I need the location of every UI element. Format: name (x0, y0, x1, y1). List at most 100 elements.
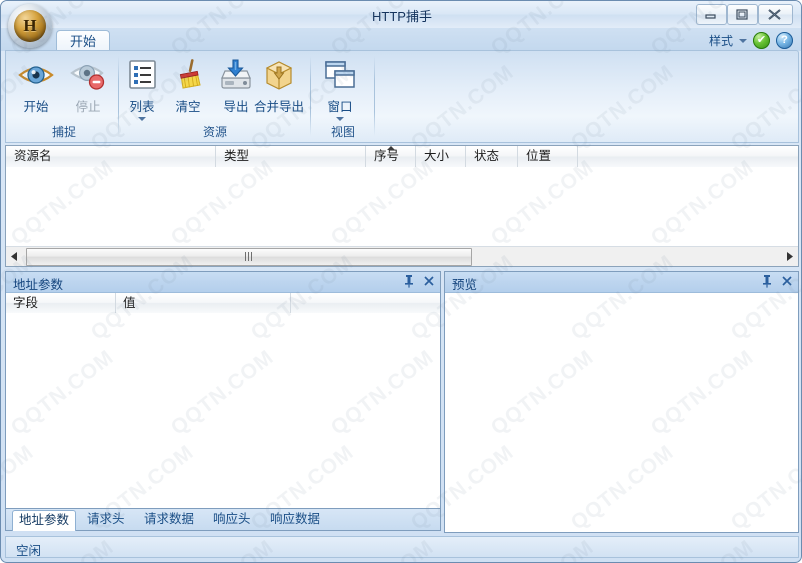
scrollbar-thumb[interactable] (26, 248, 472, 266)
ribbon-button-list[interactable]: 列表 (124, 57, 160, 121)
maximize-icon (736, 9, 748, 20)
pin-icon[interactable] (761, 274, 773, 288)
triangle-right-icon (787, 252, 793, 261)
column-header-label: 位置 (526, 149, 552, 163)
status-bar: 空闲 (5, 536, 799, 558)
ribbon-button-start[interactable]: 开始 (16, 57, 56, 115)
ribbon-button-clear-label: 清空 (175, 100, 201, 114)
address-parameters-panel: 地址参数 字段 值 (5, 271, 441, 509)
close-button[interactable] (758, 4, 793, 25)
application-window: HTTP捕手 开始 H 样式 ✔ ? 开始 停止 捕捉 列表 清空 导出 合并导… (0, 0, 802, 563)
ribbon-button-stop[interactable]: 停止 (68, 57, 108, 115)
style-menu-label[interactable]: 样式 (709, 32, 733, 49)
eye-icon (16, 57, 56, 93)
preview-panel-header: 预览 (445, 272, 798, 293)
preview-content-area (445, 293, 798, 532)
ribbon-group-capture-label: 捕捉 (51, 125, 76, 139)
tab-request-data[interactable]: 请求数据 (138, 510, 200, 530)
scrollbar-grip (245, 252, 253, 261)
list-icon (124, 57, 160, 93)
ribbon-button-list-label: 列表 (129, 100, 155, 114)
maximize-button[interactable] (727, 4, 758, 25)
scroll-left-button[interactable] (6, 247, 24, 266)
windows-cascade-icon (322, 57, 358, 93)
status-text: 空闲 (16, 544, 42, 558)
broom-icon (170, 57, 206, 93)
ribbon-group-resources: 列表 清空 导出 合并导出 资源 (120, 52, 310, 142)
help-question-glyph: ? (781, 34, 788, 46)
ribbon-separator (310, 56, 311, 136)
application-menu-button[interactable]: H (8, 4, 52, 48)
merge-export-box-icon (259, 57, 299, 93)
preview-panel: 预览 (444, 271, 799, 533)
ribbon-group-resources-label: 资源 (202, 125, 227, 139)
pin-icon[interactable] (403, 274, 415, 288)
column-header-label: 值 (123, 296, 136, 310)
column-header-label: 序号 (374, 149, 400, 163)
parameters-table-body (6, 313, 440, 508)
column-header-field[interactable]: 字段 (6, 293, 116, 313)
ribbon-right-cluster: 样式 ✔ ? (709, 32, 793, 49)
resource-list-header: 资源名 类型 序号 大小 状态 位置 (6, 146, 798, 168)
column-header-location[interactable]: 位置 (518, 146, 578, 167)
tab-response-headers[interactable]: 响应头 (207, 510, 257, 530)
close-icon[interactable] (423, 274, 435, 288)
ribbon-button-window[interactable]: 窗口 (322, 57, 358, 121)
column-header-filler (578, 146, 798, 167)
resource-list-body (6, 167, 798, 246)
address-parameters-panel-tools (403, 274, 435, 288)
minimize-icon (705, 14, 716, 19)
preview-panel-tools (761, 274, 793, 288)
app-logo-letter: H (23, 16, 37, 35)
column-header-sequence[interactable]: 序号 (366, 146, 416, 167)
tab-response-data[interactable]: 响应数据 (264, 510, 326, 530)
chevron-down-icon[interactable] (138, 117, 146, 121)
scroll-right-button[interactable] (780, 247, 798, 266)
ribbon-button-window-label: 窗口 (327, 100, 353, 114)
ribbon-group-view-label: 视图 (330, 125, 355, 139)
column-header-label: 类型 (224, 149, 250, 163)
ribbon-separator (118, 56, 119, 136)
column-header-size[interactable]: 大小 (416, 146, 466, 167)
ok-check-glyph: ✔ (756, 34, 767, 46)
ribbon-group-view: 窗口 视图 (312, 52, 374, 142)
column-header-label: 字段 (13, 296, 39, 310)
ribbon-button-start-label: 开始 (23, 100, 49, 114)
column-header-status[interactable]: 状态 (466, 146, 518, 167)
sort-ascending-icon (386, 146, 395, 150)
ribbon-button-clear[interactable]: 清空 (170, 57, 206, 115)
column-header-label: 大小 (424, 149, 450, 163)
ok-status-icon[interactable]: ✔ (753, 32, 770, 49)
column-header-resource-name[interactable]: 资源名 (6, 146, 216, 167)
export-disk-icon (216, 57, 256, 93)
ribbon-button-merge-export[interactable]: 合并导出 (254, 57, 304, 115)
ribbon-button-export[interactable]: 导出 (216, 57, 256, 115)
app-logo-icon: H (14, 10, 46, 42)
title-bar: HTTP捕手 (1, 1, 801, 29)
chevron-down-icon[interactable] (739, 38, 747, 43)
ribbon: 开始 停止 捕捉 列表 清空 导出 合并导出 资源 窗口 视图 (5, 50, 799, 143)
resource-list-panel: 资源名 类型 序号 大小 状态 位置 (5, 145, 799, 267)
chevron-down-icon[interactable] (336, 117, 344, 121)
tab-address-parameters[interactable]: 地址参数 (12, 510, 77, 531)
preview-panel-title: 预览 (452, 278, 478, 292)
horizontal-scrollbar[interactable] (6, 246, 798, 266)
column-header-filler (291, 293, 440, 313)
address-parameters-panel-header: 地址参数 (6, 272, 440, 293)
column-header-label: 状态 (474, 149, 500, 163)
close-icon[interactable] (781, 274, 793, 288)
column-header-type[interactable]: 类型 (216, 146, 366, 167)
close-icon (768, 9, 781, 20)
column-header-value[interactable]: 值 (116, 293, 291, 313)
ribbon-separator (374, 56, 375, 136)
help-button[interactable]: ? (776, 32, 793, 49)
ribbon-group-capture: 开始 停止 捕捉 (10, 52, 118, 142)
parameters-table-header: 字段 值 (6, 293, 440, 314)
tab-request-headers[interactable]: 请求头 (81, 510, 131, 530)
minimize-button[interactable] (696, 4, 727, 25)
ribbon-button-export-label: 导出 (223, 100, 249, 114)
triangle-left-icon (11, 252, 17, 261)
ribbon-button-merge-export-label: 合并导出 (254, 100, 305, 114)
eye-stop-icon (68, 57, 108, 93)
ribbon-button-stop-label: 停止 (75, 100, 101, 114)
